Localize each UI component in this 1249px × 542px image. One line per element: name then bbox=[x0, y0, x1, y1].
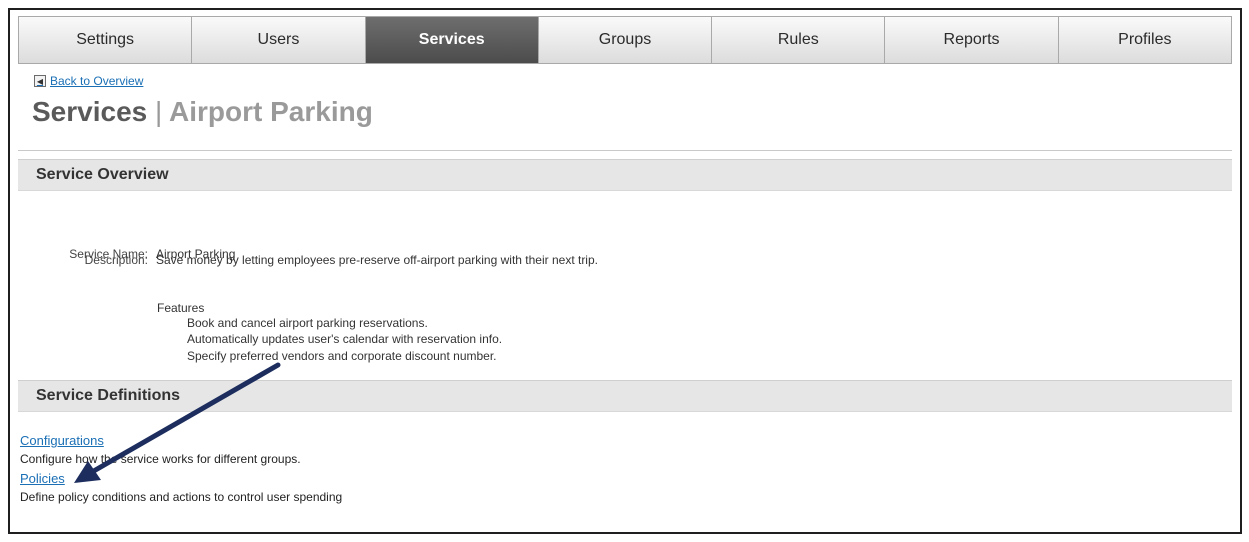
features-title: Features bbox=[157, 301, 205, 315]
configurations-description: Configure how the service works for diff… bbox=[20, 452, 301, 466]
divider bbox=[18, 150, 1232, 151]
page-title-sub: Airport Parking bbox=[169, 96, 373, 127]
tab-profiles[interactable]: Profiles bbox=[1058, 17, 1231, 63]
feature-item: Book and cancel airport parking reservat… bbox=[187, 316, 428, 330]
app-frame: Settings Users Services Groups Rules Rep… bbox=[8, 8, 1242, 534]
tab-reports[interactable]: Reports bbox=[885, 17, 1059, 63]
policies-description: Define policy conditions and actions to … bbox=[20, 490, 343, 504]
configurations-link[interactable]: Configurations bbox=[20, 433, 104, 448]
arrow-left-box-icon: ◀ bbox=[34, 75, 46, 87]
page-title: Services | Airport Parking bbox=[32, 96, 373, 128]
tab-groups[interactable]: Groups bbox=[538, 17, 713, 63]
tab-services[interactable]: Services bbox=[365, 17, 539, 63]
tab-settings[interactable]: Settings bbox=[19, 17, 193, 63]
description-label: Description: bbox=[84, 253, 148, 267]
feature-item: Automatically updates user's calendar wi… bbox=[187, 332, 503, 346]
back-to-overview-link[interactable]: ◀ Back to Overview bbox=[34, 74, 143, 88]
tab-users[interactable]: Users bbox=[192, 17, 366, 63]
description-value: Save money by letting employees pre-rese… bbox=[156, 253, 598, 267]
page-title-main: Services bbox=[32, 96, 148, 127]
service-definitions-header: Service Definitions bbox=[18, 380, 1232, 412]
service-overview-header: Service Overview bbox=[18, 159, 1232, 191]
policies-link[interactable]: Policies bbox=[20, 471, 65, 486]
tab-rules[interactable]: Rules bbox=[712, 17, 886, 63]
page-title-separator: | bbox=[155, 96, 163, 127]
main-tab-bar: Settings Users Services Groups Rules Rep… bbox=[18, 16, 1232, 64]
back-link-label: Back to Overview bbox=[50, 74, 144, 88]
feature-item: Specify preferred vendors and corporate … bbox=[187, 349, 497, 363]
